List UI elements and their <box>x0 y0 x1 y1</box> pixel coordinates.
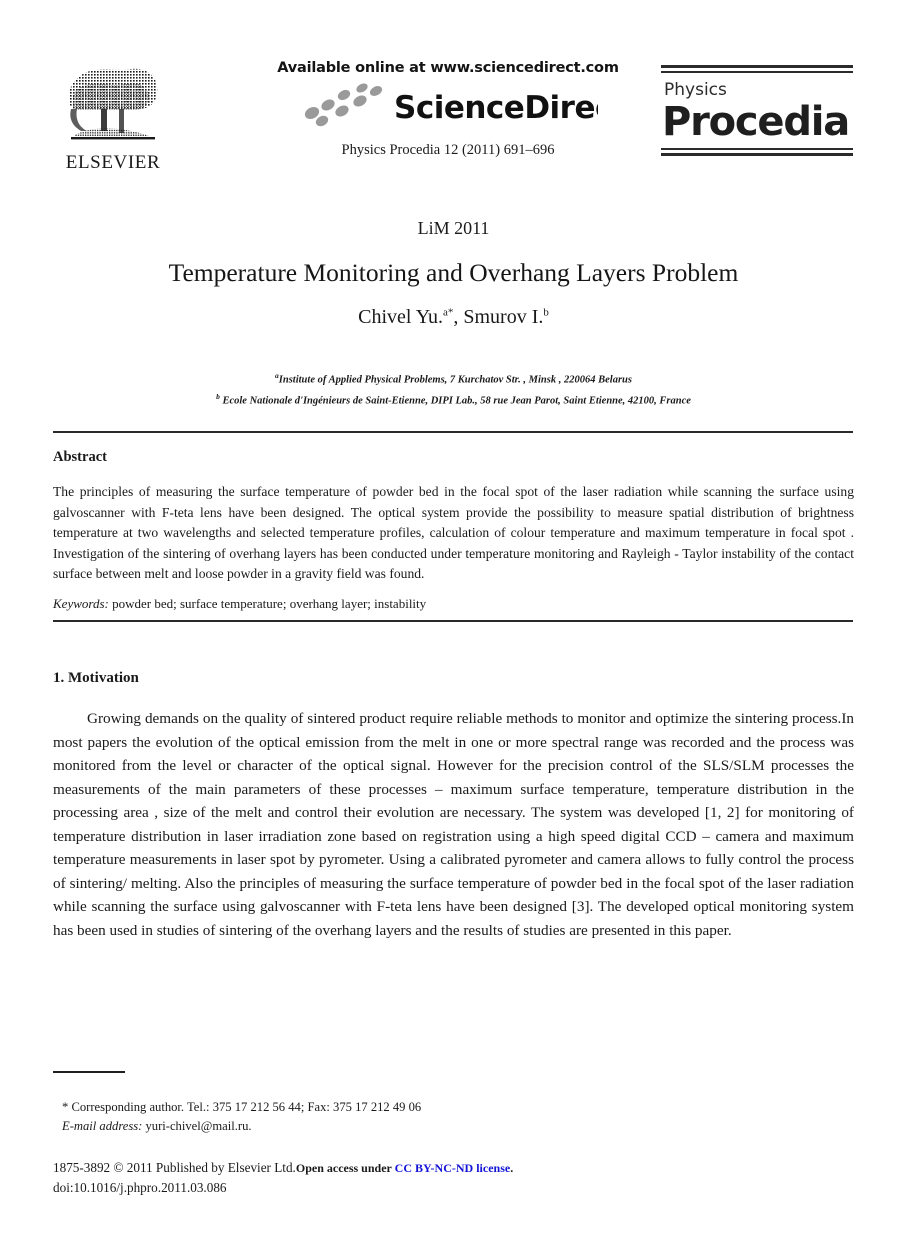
svg-text:ScienceDirect: ScienceDirect <box>394 90 598 126</box>
keywords-value: powder bed; surface temperature; overhan… <box>108 596 427 611</box>
tree-ground <box>75 128 151 137</box>
issn-copyright-line: 1875-3892 © 2011 Published by Elsevier L… <box>53 1160 296 1175</box>
affiliation-a-text: Institute of Applied Physical Problems, … <box>278 374 632 386</box>
journal-kicker: Physics <box>664 80 727 100</box>
email-value: yuri-chivel@mail.ru. <box>142 1119 252 1133</box>
tree-baseline <box>71 137 155 140</box>
elsevier-wordmark: ELSEVIER <box>65 152 161 173</box>
author-one: Chivel Yu. <box>358 306 443 328</box>
footnote-block: * Corresponding author. Tel.: 375 17 212… <box>62 1098 852 1136</box>
journal-logo-block: Physics Procedia <box>661 65 853 156</box>
abstract-rule-bottom <box>53 620 853 622</box>
abstract-rule-top <box>53 431 853 433</box>
corresponding-author-note: * Corresponding author. Tel.: 375 17 212… <box>62 1100 422 1114</box>
email-label: E-mail address: <box>62 1119 143 1133</box>
tree-canopy-inner <box>72 83 149 110</box>
conference-name: LiM 2011 <box>417 218 490 238</box>
elsevier-logo: ELSEVIER <box>55 65 171 173</box>
open-access-label: Open access under <box>295 1161 395 1175</box>
sciencedirect-swoosh-icon: ScienceDirect <box>304 83 598 127</box>
tree-branch <box>70 109 87 131</box>
copyright-block: 1875-3892 © 2011 Published by Elsevier L… <box>53 1158 853 1198</box>
section-paragraph-motivation: Growing demands on the quality of sinter… <box>53 710 854 939</box>
keywords-line: Keywords: powder bed; surface temperatur… <box>53 596 854 612</box>
doi-line: doi:10.1016/j.phpro.2011.03.086 <box>53 1180 227 1195</box>
footnote-rule <box>53 1071 125 1073</box>
affiliation-b: b Ecole Nationale d'Ingénieurs de Saint-… <box>0 389 907 410</box>
email-note: E-mail address: yuri-chivel@mail.ru. <box>62 1117 852 1136</box>
section-heading-motivation: 1. Motivation <box>53 670 139 686</box>
available-online-text: Available online at www.sciencedirect.co… <box>277 60 619 76</box>
affiliations: aInstitute of Applied Physical Problems,… <box>0 368 907 409</box>
author-list: Chivel Yu.a*, Smurov I.b <box>0 306 907 329</box>
sciencedirect-logo: ScienceDirect <box>238 83 658 127</box>
paper-page: ELSEVIER Available online at www.science… <box>0 0 907 1238</box>
procedia-rule-top-thick <box>661 65 853 68</box>
abstract-heading: Abstract <box>53 449 107 465</box>
journal-wordmark: Procedia <box>662 99 850 145</box>
sciencedirect-block: Available online at www.sciencedirect.co… <box>238 60 658 159</box>
elsevier-tree-icon <box>68 68 158 140</box>
keywords-label: Keywords: <box>53 596 109 611</box>
author-affil-marker-b: b <box>543 306 549 319</box>
page-title: Temperature Monitoring and Overhang Laye… <box>168 258 739 287</box>
license-link[interactable]: CC BY-NC-ND license <box>395 1161 511 1175</box>
procedia-rule-bottom-thick <box>661 153 853 156</box>
affiliation-b-text: Ecole Nationale d'Ingénieurs de Saint-Et… <box>219 395 691 406</box>
author-two: , Smurov I. <box>453 306 544 328</box>
masthead: ELSEVIER Available online at www.science… <box>53 60 853 190</box>
procedia-rule-bottom-thin <box>661 148 853 150</box>
copyright-period: . <box>510 1161 514 1175</box>
journal-citation: Physics Procedia 12 (2011) 691–696 <box>341 142 555 158</box>
abstract-text: The principles of measuring the surface … <box>53 484 854 582</box>
affiliation-a: aInstitute of Applied Physical Problems,… <box>0 368 907 389</box>
tree-trunk <box>101 109 107 131</box>
